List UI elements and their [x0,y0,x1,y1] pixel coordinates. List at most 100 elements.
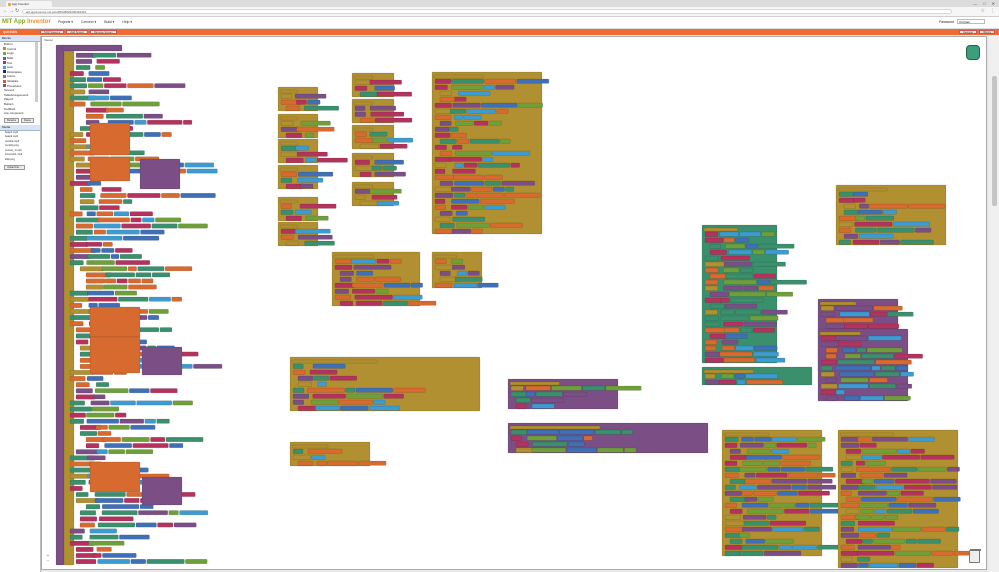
value-block[interactable] [92,553,102,558]
value-block[interactable] [156,418,170,424]
menu-build[interactable]: Build ▾ [104,20,114,24]
value-block[interactable] [908,203,946,209]
value-block[interactable] [621,429,633,435]
value-block[interactable] [147,119,183,125]
value-block[interactable] [96,449,108,455]
statement-block[interactable] [434,258,447,264]
value-block[interactable] [837,341,862,347]
value-block[interactable] [297,177,324,183]
statement-block[interactable] [729,454,748,460]
value-block[interactable] [86,418,119,424]
value-block[interactable] [874,371,900,377]
zoom-out-icon[interactable]: − [45,559,51,564]
value-block[interactable] [807,484,837,490]
event-header[interactable] [279,167,299,172]
value-block[interactable] [526,429,560,435]
value-block[interactable] [908,436,935,442]
value-block[interactable] [739,267,754,273]
value-block[interactable] [915,227,932,233]
value-block[interactable] [920,454,955,460]
statement-block[interactable] [724,514,741,520]
value-block[interactable] [739,231,761,237]
value-block[interactable] [393,387,426,393]
value-block[interactable] [567,441,585,447]
statement-block[interactable] [729,508,743,514]
value-block[interactable] [745,243,758,249]
value-block[interactable] [467,204,485,210]
statement-block[interactable] [439,120,452,126]
value-block[interactable] [338,399,373,405]
value-block[interactable] [300,183,314,189]
value-block[interactable] [97,559,131,564]
value-block[interactable] [312,393,346,399]
value-block[interactable] [371,165,383,171]
value-block[interactable] [723,321,744,327]
value-block[interactable] [835,335,868,341]
value-block[interactable] [358,460,387,466]
statement-block[interactable] [704,315,719,321]
statement-block[interactable] [297,375,314,381]
statement-block[interactable] [285,105,300,111]
statement-block[interactable] [354,188,371,194]
statement-block[interactable] [354,105,366,111]
value-block[interactable] [767,466,781,472]
value-block[interactable] [129,211,153,217]
value-block[interactable] [880,365,896,371]
value-block[interactable] [838,383,869,389]
value-block[interactable] [309,369,338,375]
variable-block[interactable] [89,156,131,182]
statement-block[interactable] [292,454,312,460]
value-block[interactable] [917,466,947,472]
statement-block[interactable] [69,296,90,302]
statement-block[interactable] [825,323,845,329]
value-block[interactable] [771,448,790,454]
value-block[interactable] [296,126,335,132]
statement-block[interactable] [840,472,857,478]
statement-block[interactable] [69,89,86,95]
value-block[interactable] [123,199,133,204]
value-block[interactable] [453,174,484,180]
value-block[interactable] [369,105,397,111]
statement-block[interactable] [820,365,833,371]
value-block[interactable] [797,436,826,442]
value-block[interactable] [742,460,763,466]
value-block[interactable] [853,191,869,197]
statement-block[interactable] [709,273,729,279]
statement-block[interactable] [704,321,721,327]
value-block[interactable] [455,120,474,126]
value-block[interactable] [154,83,186,89]
statement-block[interactable] [439,180,454,186]
value-block[interactable] [752,249,765,255]
value-block[interactable] [875,359,912,365]
value-block[interactable] [725,273,754,279]
statement-block[interactable] [75,217,101,223]
statement-block[interactable] [845,508,859,514]
statement-block[interactable] [79,510,97,516]
statement-block[interactable] [339,300,353,306]
value-block[interactable] [723,237,735,243]
value-block[interactable] [765,249,789,255]
value-block[interactable] [740,327,753,333]
event-header[interactable] [837,187,888,192]
value-block[interactable] [354,294,393,300]
statement-block[interactable] [515,397,531,403]
value-block[interactable] [931,550,954,556]
designer-button[interactable]: Designer [958,30,978,34]
statement-block[interactable] [704,279,719,285]
value-block[interactable] [451,84,484,90]
value-block[interactable] [450,186,471,192]
statement-block[interactable] [434,264,456,270]
statement-block[interactable] [79,266,104,272]
value-block[interactable] [471,228,483,234]
statement-block[interactable] [434,198,446,204]
value-block[interactable] [125,449,154,455]
statement-block[interactable] [280,120,294,126]
value-block[interactable] [728,291,766,297]
statement-block[interactable] [510,435,522,441]
value-block[interactable] [872,436,908,442]
value-block[interactable] [859,442,877,448]
statement-block[interactable] [434,168,446,174]
statement-block[interactable] [724,502,737,508]
value-block[interactable] [299,203,337,209]
value-block[interactable] [96,211,114,217]
